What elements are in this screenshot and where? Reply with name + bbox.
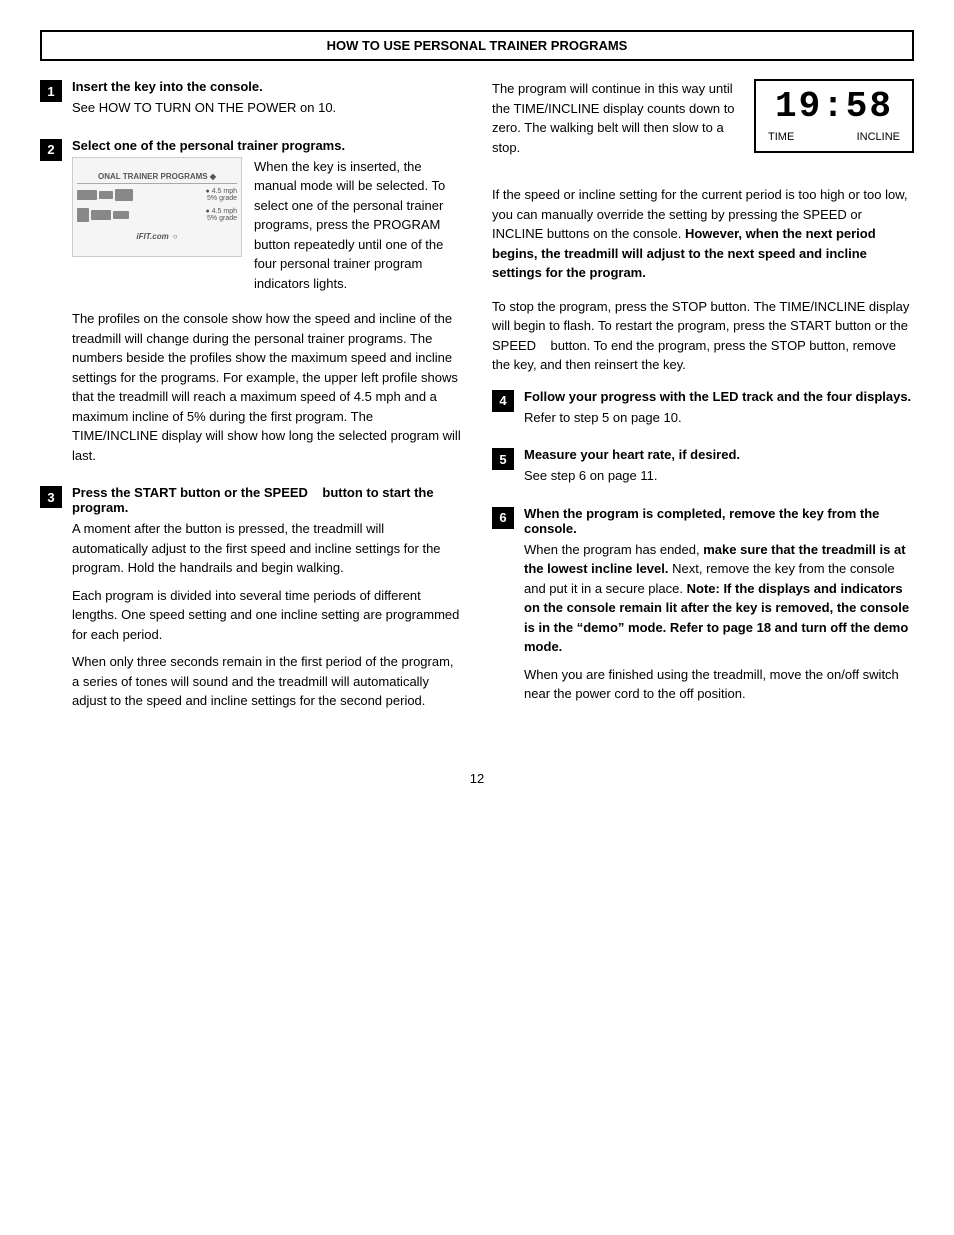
step-5-heading: Measure your heart rate, if desired.: [524, 447, 914, 462]
right-intro-para1: The program will continue in this way un…: [492, 79, 738, 157]
step-4-number: 4: [492, 390, 514, 412]
section-title: HOW TO USE PERSONAL TRAINER PROGRAMS: [40, 30, 914, 61]
step-3-body1: A moment after the button is pressed, th…: [72, 519, 462, 578]
step-4-heading: Follow your progress with the LED track …: [524, 389, 914, 404]
step-6-heading: When the program is completed, remove th…: [524, 506, 914, 536]
step-1-content: Insert the key into the console. See HOW…: [72, 79, 462, 126]
step-1-heading: Insert the key into the console.: [72, 79, 462, 94]
step-3: 3 Press the START button or the SPEED bu…: [40, 485, 462, 719]
step-6: 6 When the program is completed, remove …: [492, 506, 914, 712]
step-3-body3: When only three seconds remain in the fi…: [72, 652, 462, 711]
step-6-number: 6: [492, 507, 514, 529]
step-2: 2 Select one of the personal trainer pro…: [40, 138, 462, 474]
step-6-bold1: make sure that the treadmill is at the l…: [524, 542, 906, 577]
step-1-body: See HOW TO TURN ON THE POWER on 10.: [72, 98, 462, 118]
step-2-body-part2: The profiles on the console show how the…: [72, 309, 462, 465]
step-6-body2: When you are finished using the treadmil…: [524, 665, 914, 704]
step-2-number: 2: [40, 139, 62, 161]
step-5: 5 Measure your heart rate, if desired. S…: [492, 447, 914, 494]
step-3-content: Press the START button or the SPEED butt…: [72, 485, 462, 719]
right-intro-para2: If the speed or incline setting for the …: [492, 185, 914, 283]
step-3-heading: Press the START button or the SPEED butt…: [72, 485, 462, 515]
step-4-body: Refer to step 5 on page 10.: [524, 408, 914, 428]
console-bar-2: ● 4.5 mph 5% grade: [77, 208, 237, 222]
console-image: ONAL TRAINER PROGRAMS ◆: [72, 157, 242, 257]
step-2-body-part1: When the key is inserted, the manual mod…: [254, 157, 462, 294]
step-1: 1 Insert the key into the console. See H…: [40, 79, 462, 126]
display-time-label: TIME: [768, 131, 794, 143]
two-column-layout: 1 Insert the key into the console. See H…: [40, 79, 914, 731]
page-container: HOW TO USE PERSONAL TRAINER PROGRAMS 1 I…: [40, 30, 914, 786]
time-incline-display: 19:58 TIME INCLINE: [754, 79, 914, 153]
step-4: 4 Follow your progress with the LED trac…: [492, 389, 914, 436]
console-bar-1: ● 4.5 mph 5% grade: [77, 188, 237, 202]
right-intro-text: The program will continue in this way un…: [492, 79, 738, 171]
step-2-content: Select one of the personal trainer progr…: [72, 138, 462, 474]
step-1-number: 1: [40, 80, 62, 102]
step-6-body1: When the program has ended, make sure th…: [524, 540, 914, 657]
step-5-content: Measure your heart rate, if desired. See…: [524, 447, 914, 494]
step-6-bold2: Note: If the displays and indicators on …: [524, 581, 909, 655]
step-5-body: See step 6 on page 11.: [524, 466, 914, 486]
right-intro-para3: To stop the program, press the STOP butt…: [492, 297, 914, 375]
step-4-content: Follow your progress with the LED track …: [524, 389, 914, 436]
step-6-content: When the program is completed, remove th…: [524, 506, 914, 712]
step-5-number: 5: [492, 448, 514, 470]
right-column: The program will continue in this way un…: [492, 79, 914, 731]
right-intro-row: The program will continue in this way un…: [492, 79, 914, 171]
console-title: ONAL TRAINER PROGRAMS ◆: [77, 172, 237, 184]
console-bottom: iFIT.com ○: [77, 232, 237, 241]
left-column: 1 Insert the key into the console. See H…: [40, 79, 462, 731]
page-footer: 12: [40, 771, 914, 786]
right-intro-para2-bold: However, when the next period begins, th…: [492, 226, 876, 280]
step-2-heading: Select one of the personal trainer progr…: [72, 138, 462, 153]
step-2-inline-row: ONAL TRAINER PROGRAMS ◆: [72, 157, 462, 302]
step-3-body2: Each program is divided into several tim…: [72, 586, 462, 645]
display-digits: 19:58: [768, 89, 900, 125]
display-labels: TIME INCLINE: [768, 131, 900, 143]
console-rows: ● 4.5 mph 5% grade: [77, 188, 237, 241]
step-3-number: 3: [40, 486, 62, 508]
page-number: 12: [470, 771, 484, 786]
display-incline-label: INCLINE: [857, 131, 900, 143]
